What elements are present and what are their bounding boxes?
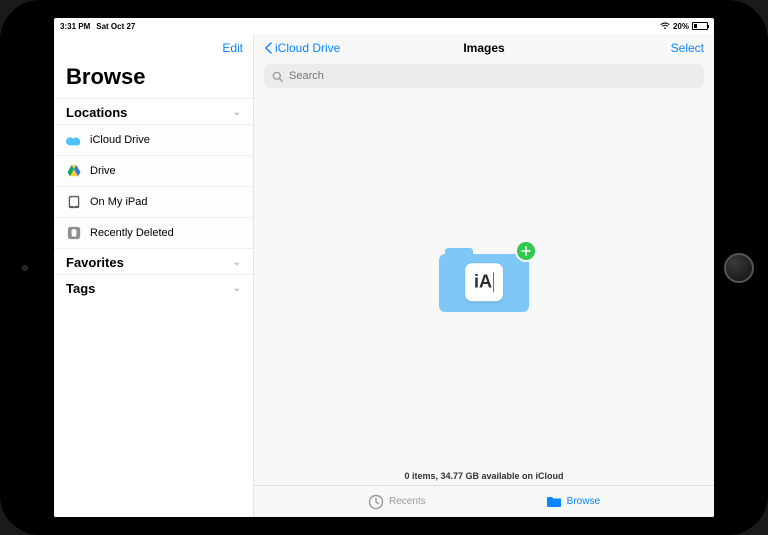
content-nav: iCloud Drive Images Select — [254, 34, 714, 62]
storage-footer: 0 items, 34.77 GB available on iCloud — [254, 465, 714, 485]
sidebar: Edit Browse Locations ⌄ iCloud Drive — [54, 34, 254, 517]
screen-bezel: 3:31 PM Sat Oct 27 20% Edit — [52, 16, 716, 519]
cloud-icon — [66, 132, 82, 148]
files-app: Edit Browse Locations ⌄ iCloud Drive — [54, 34, 714, 517]
select-button[interactable]: Select — [671, 41, 704, 55]
home-button[interactable] — [724, 253, 754, 283]
chevron-left-icon — [264, 42, 273, 54]
add-badge-icon — [517, 242, 535, 260]
search-icon — [272, 71, 283, 82]
battery-percent: 20% — [673, 22, 689, 31]
section-locations[interactable]: Locations ⌄ — [54, 98, 253, 124]
section-tags[interactable]: Tags ⌄ — [54, 274, 253, 300]
section-favorites[interactable]: Favorites ⌄ — [54, 248, 253, 274]
folder-icon: iA — [439, 248, 529, 312]
edit-button[interactable]: Edit — [222, 41, 243, 55]
folder-icon — [546, 494, 562, 510]
screen: 3:31 PM Sat Oct 27 20% Edit — [54, 18, 714, 517]
page-title: Images — [463, 41, 504, 55]
status-time: 3:31 PM — [60, 22, 90, 31]
chevron-down-icon: ⌄ — [233, 257, 241, 268]
sidebar-item-on-my-ipad[interactable]: On My iPad — [54, 186, 253, 217]
status-date: Sat Oct 27 — [96, 22, 135, 31]
section-label: Locations — [66, 105, 127, 120]
app-icon-text: iA — [474, 271, 492, 292]
sidebar-item-label: On My iPad — [90, 196, 147, 208]
dragged-app-icon: iA — [465, 263, 503, 301]
sidebar-item-recently-deleted[interactable]: Recently Deleted — [54, 217, 253, 248]
tab-label: Recents — [389, 496, 426, 507]
text-cursor — [493, 272, 494, 292]
sidebar-item-label: iCloud Drive — [90, 134, 150, 146]
search-bar[interactable] — [264, 64, 704, 88]
search-input[interactable] — [289, 70, 696, 82]
chevron-down-icon: ⌄ — [233, 283, 241, 294]
back-label: iCloud Drive — [275, 41, 340, 55]
status-bar: 3:31 PM Sat Oct 27 20% — [54, 18, 714, 34]
back-button[interactable]: iCloud Drive — [264, 41, 340, 55]
sidebar-item-icloud-drive[interactable]: iCloud Drive — [54, 124, 253, 155]
tab-bar: Recents Browse — [254, 485, 714, 517]
sidebar-title: Browse — [54, 62, 253, 98]
tab-label: Browse — [567, 496, 600, 507]
ipad-frame: 3:31 PM Sat Oct 27 20% Edit — [0, 0, 768, 535]
google-drive-icon — [66, 163, 82, 179]
front-camera — [22, 265, 28, 271]
tab-browse[interactable]: Browse — [546, 494, 600, 510]
chevron-down-icon: ⌄ — [233, 107, 241, 118]
sidebar-item-label: Drive — [90, 165, 116, 177]
clock-icon — [368, 494, 384, 510]
drop-target-folder[interactable]: iA — [439, 248, 529, 312]
sidebar-item-label: Recently Deleted — [90, 227, 174, 239]
sidebar-item-drive[interactable]: Drive — [54, 155, 253, 186]
trash-icon — [66, 225, 82, 241]
file-grid[interactable]: iA — [254, 94, 714, 465]
wifi-icon — [660, 22, 670, 30]
ipad-icon — [66, 194, 82, 210]
battery-icon — [692, 22, 708, 30]
section-label: Favorites — [66, 255, 124, 270]
section-label: Tags — [66, 281, 95, 296]
tab-recents[interactable]: Recents — [368, 494, 426, 510]
content-pane: iCloud Drive Images Select — [254, 34, 714, 517]
